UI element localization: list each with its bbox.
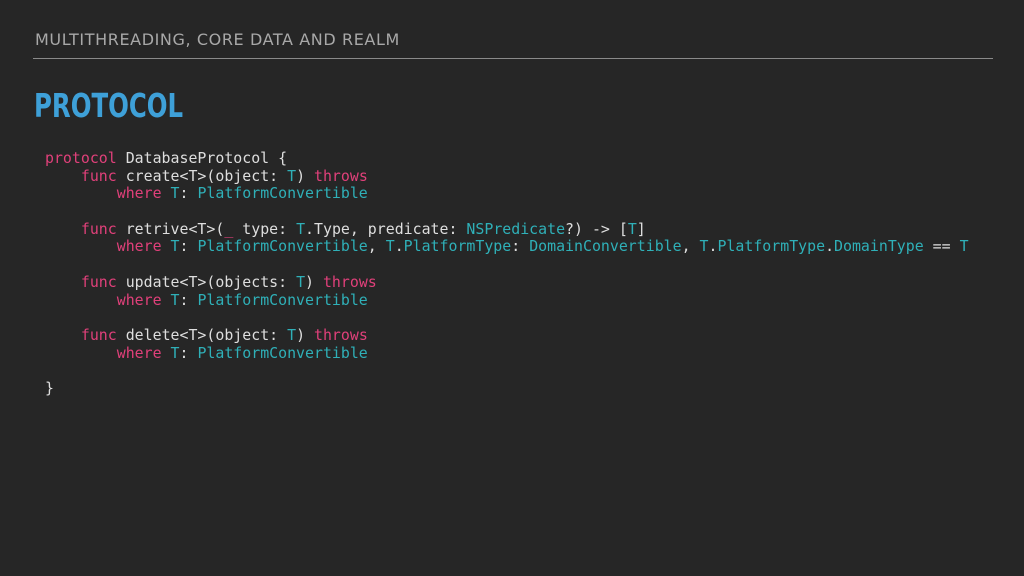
code-text: type: bbox=[233, 219, 297, 238]
code-keyword: where bbox=[116, 184, 162, 203]
code-keyword: protocol bbox=[45, 149, 117, 167]
code-keyword: func bbox=[80, 272, 117, 291]
code-text: retrive<T>( bbox=[116, 219, 225, 238]
code-block: protocol DatabaseProtocol { func create<… bbox=[45, 149, 969, 398]
code-keyword: throws bbox=[314, 166, 368, 185]
code-line: func retrive<T>(_ type: T.Type, predicat… bbox=[45, 219, 969, 239]
code-type: T bbox=[170, 343, 180, 362]
code-keyword: func bbox=[80, 325, 117, 344]
code-line: } bbox=[45, 378, 969, 398]
code-type: T bbox=[170, 237, 180, 256]
code-type: PlatformConvertible bbox=[197, 184, 368, 203]
code-text: ) bbox=[296, 166, 314, 185]
code-text: , bbox=[681, 237, 700, 256]
code-line: func delete<T>(object: T) throws bbox=[45, 325, 969, 345]
header-divider bbox=[33, 58, 993, 59]
code-text: : bbox=[179, 290, 198, 309]
slide-header: MULTITHREADING, CORE DATA AND REALM bbox=[35, 30, 400, 49]
code-type: NSPredicate bbox=[466, 219, 566, 238]
code-text: , bbox=[367, 237, 386, 256]
code-type: T bbox=[699, 237, 709, 256]
code-text: DatabaseProtocol { bbox=[116, 149, 288, 167]
code-type: T bbox=[170, 290, 180, 309]
code-type: T bbox=[296, 272, 306, 291]
code-text: == bbox=[923, 237, 960, 256]
code-keyword: _ bbox=[224, 219, 234, 238]
code-line: func create<T>(object: T) throws bbox=[45, 166, 969, 186]
code-keyword: throws bbox=[314, 325, 368, 344]
code-text: : bbox=[511, 237, 530, 256]
code-type: PlatformType bbox=[403, 237, 512, 256]
code-line: where T: PlatformConvertible bbox=[45, 343, 969, 363]
code-text: : bbox=[179, 343, 198, 362]
code-type: PlatformConvertible bbox=[197, 343, 368, 362]
code-type: PlatformType bbox=[717, 237, 826, 256]
code-type: T bbox=[170, 184, 180, 203]
code-type: T bbox=[627, 219, 637, 238]
code-text: : bbox=[179, 184, 198, 203]
code-line: where T: PlatformConvertible bbox=[45, 185, 969, 203]
code-type: PlatformConvertible bbox=[197, 237, 368, 256]
code-type: DomainConvertible bbox=[529, 237, 682, 256]
code-keyword: where bbox=[116, 237, 162, 256]
code-text: ) bbox=[305, 272, 323, 291]
code-line: where T: PlatformConvertible bbox=[45, 290, 969, 310]
code-type: T bbox=[296, 219, 306, 238]
code-type: T bbox=[287, 166, 297, 185]
code-text: : bbox=[179, 237, 198, 256]
code-text: ) bbox=[296, 325, 314, 344]
code-type: T bbox=[959, 237, 969, 256]
code-type: T bbox=[287, 325, 297, 344]
slide: MULTITHREADING, CORE DATA AND REALM PROT… bbox=[0, 0, 1024, 576]
code-line: protocol DatabaseProtocol { bbox=[45, 149, 969, 168]
code-keyword: func bbox=[80, 166, 117, 185]
code-type: DomainType bbox=[834, 237, 924, 256]
code-keyword: func bbox=[80, 219, 117, 238]
code-text: update<T>(objects: bbox=[116, 272, 297, 291]
code-keyword: throws bbox=[322, 272, 377, 291]
code-line: func update<T>(objects: T) throws bbox=[45, 272, 969, 292]
code-type: PlatformConvertible bbox=[197, 290, 368, 309]
code-text: ] bbox=[636, 219, 646, 238]
code-keyword: where bbox=[116, 290, 162, 309]
code-text: ?) -> [ bbox=[565, 219, 628, 238]
code-text: create<T>(object: bbox=[116, 166, 288, 185]
code-text: . bbox=[825, 237, 835, 256]
code-text: delete<T>(object: bbox=[116, 325, 288, 344]
code-text: . bbox=[394, 237, 404, 256]
code-type: T bbox=[385, 237, 395, 256]
code-text: .Type, predicate: bbox=[305, 219, 467, 238]
code-keyword: where bbox=[116, 343, 162, 362]
code-text: } bbox=[45, 378, 54, 397]
slide-title: PROTOCOL bbox=[34, 86, 184, 125]
code-line: where T: PlatformConvertible, T.Platform… bbox=[45, 238, 969, 256]
